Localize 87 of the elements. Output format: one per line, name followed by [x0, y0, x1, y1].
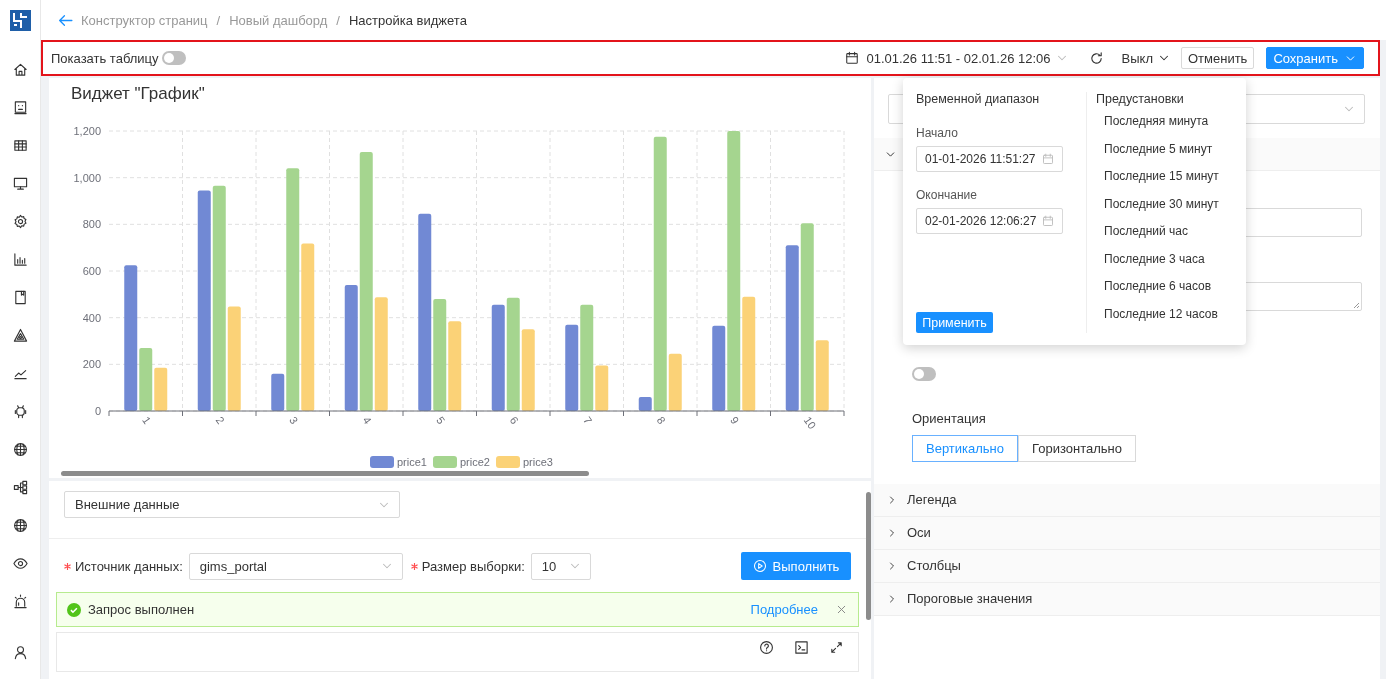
date-input[interactable]: 01-01-2026 11:51:27 [916, 146, 1063, 172]
calendar-icon [1042, 215, 1054, 227]
home-icon[interactable] [12, 61, 28, 77]
preset-option[interactable]: Последний час [1104, 224, 1219, 244]
field-label: Размер выборки: [421, 558, 525, 574]
close-icon[interactable] [835, 603, 848, 616]
x-tick-label: 3 [287, 414, 301, 427]
breadcrumb-separator: / [335, 12, 341, 28]
y-tick-label: 600 [82, 265, 101, 277]
y-tick-label: 800 [82, 218, 101, 231]
field-select[interactable]: gims_portal [188, 552, 403, 580]
triangle-icon[interactable] [12, 327, 28, 343]
preset-option[interactable]: Последние 12 часов [1104, 306, 1219, 326]
y-tick-label: 200 [82, 358, 101, 371]
orientation-label: Ориентация [912, 410, 987, 426]
user-icon[interactable] [12, 644, 28, 660]
preset-option[interactable]: Последние 15 минут [1104, 169, 1219, 189]
y-tick-label: 1,200 [73, 125, 101, 137]
x-tick-label: 8 [654, 414, 668, 427]
field-select[interactable]: 10 [530, 552, 591, 580]
collapse-section[interactable]: Легенда [874, 483, 1380, 517]
orientation-option[interactable]: Горизонтально [1018, 434, 1136, 462]
field-label: Окончание [916, 188, 978, 202]
preset-option[interactable]: Последняя минута [1104, 114, 1219, 134]
preset-option[interactable]: Последние 5 минут [1104, 141, 1219, 161]
x-tick-label: 10 [801, 414, 819, 432]
time-range[interactable]: 01.01.26 11:51 - 02.01.26 12:06 [866, 50, 1051, 66]
breadcrumb-separator: / [215, 12, 222, 28]
collapse-section[interactable]: Столбцы [874, 549, 1380, 583]
preset-option[interactable]: Последние 30 минут [1104, 196, 1219, 216]
x-tick-label: 6 [507, 414, 521, 427]
table-icon[interactable] [12, 137, 28, 153]
robot-icon[interactable] [12, 403, 28, 419]
widget-title: Виджет "График" [70, 83, 206, 105]
y-tick-label: 400 [82, 311, 101, 324]
legend-label[interactable]: price3 [523, 456, 553, 468]
vertical-scrollbar[interactable] [866, 492, 871, 620]
eye-icon[interactable] [12, 555, 28, 571]
globe-icon[interactable] [12, 441, 28, 457]
settings-icon[interactable] [12, 213, 28, 229]
collapse-section[interactable]: Оси [874, 516, 1380, 550]
y-tick-label: 1,000 [73, 171, 101, 184]
field-label: Начало [916, 126, 959, 140]
legend-label[interactable]: price2 [460, 456, 490, 468]
y-tick-label: 0 [94, 405, 101, 417]
calendar-icon [845, 51, 860, 65]
success-icon [67, 602, 81, 617]
presets-title: Предустановки [1096, 92, 1185, 106]
monitor-icon[interactable] [12, 175, 28, 191]
x-tick-label: 1 [140, 414, 154, 427]
play-icon [752, 559, 767, 573]
legend-swatch[interactable] [496, 456, 520, 468]
hierarchy-icon[interactable] [12, 479, 28, 495]
alert-message: Запрос выполнен [88, 602, 195, 617]
legend-swatch[interactable] [370, 456, 394, 468]
x-tick-label: 9 [728, 414, 742, 427]
x-tick-label: 5 [434, 414, 448, 427]
preset-option[interactable]: Последние 3 часа [1104, 251, 1219, 271]
book-icon[interactable] [12, 289, 28, 305]
expand-icon[interactable] [829, 640, 844, 655]
popup-title: Временной диапазон [916, 92, 1041, 106]
help-icon[interactable] [759, 640, 774, 655]
x-tick-label: 4 [360, 414, 374, 427]
resize-handle-icon[interactable] [1353, 302, 1360, 309]
refresh-mode[interactable]: Выкл [1121, 50, 1153, 66]
breadcrumb: Настройка виджета [349, 12, 467, 28]
toggle-switch[interactable] [162, 51, 187, 65]
globe-icon[interactable] [12, 517, 28, 533]
refresh-icon[interactable] [1088, 50, 1104, 66]
x-tick-label: 7 [581, 414, 595, 427]
collapse-section[interactable]: Пороговые значения [874, 582, 1380, 616]
toggle-label: Показать таблицу [51, 50, 159, 66]
calendar-icon [1042, 153, 1054, 165]
x-tick-label: 2 [213, 414, 227, 427]
siren-icon[interactable] [12, 593, 28, 609]
source-type-select[interactable]: Внешние данные [64, 491, 400, 518]
dashboard-icon[interactable] [12, 99, 28, 115]
field-label: Источник данных: [75, 558, 183, 574]
cancel-button[interactable]: Отменить [1181, 47, 1255, 69]
toggle-switch[interactable] [912, 366, 936, 381]
legend-swatch[interactable] [433, 456, 457, 468]
preset-option[interactable]: Последние 6 часов [1104, 279, 1219, 299]
legend-label[interactable]: price1 [397, 456, 427, 468]
bar-chart-icon[interactable] [12, 251, 28, 267]
date-input[interactable]: 02-01-2026 12:06:27 [916, 208, 1063, 234]
logo-icon[interactable] [9, 10, 31, 31]
terminal-icon[interactable] [794, 640, 809, 655]
